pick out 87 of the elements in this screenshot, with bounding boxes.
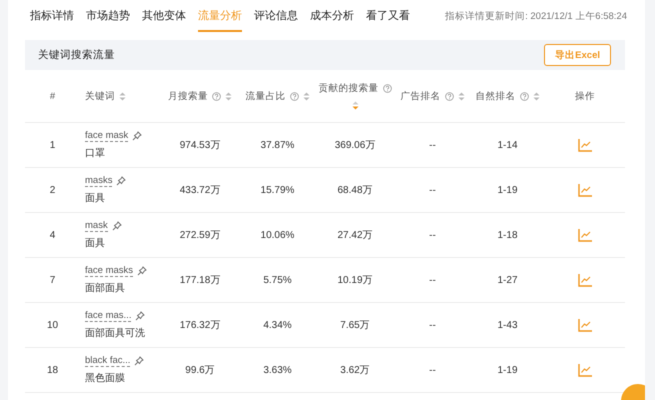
keyword-link[interactable]: masks	[85, 175, 112, 187]
keyword-translation: 口罩	[85, 147, 106, 160]
pin-icon[interactable]	[132, 131, 142, 141]
line-chart-icon[interactable]	[578, 228, 592, 242]
monthly-search-cell-text: 176.32万	[178, 319, 222, 332]
column-header[interactable]: 广告排名	[400, 90, 464, 102]
column-header[interactable]: 流量占比	[246, 90, 310, 102]
line-chart-icon[interactable]	[578, 138, 592, 152]
keyword-link[interactable]: face mask	[85, 130, 128, 142]
ad-rank-cell-text: --	[428, 274, 437, 286]
traffic-share-cell-text: 3.63%	[262, 364, 293, 376]
pin-icon[interactable]	[135, 311, 146, 321]
column-header[interactable]: 关键词	[85, 90, 126, 102]
keyword-translation: 面具	[85, 192, 106, 205]
natural-rank-cell-text: 1-19	[496, 184, 518, 196]
ad-rank-cell-text: --	[428, 364, 437, 376]
help-icon[interactable]	[212, 92, 221, 100]
contributed-search-cell-text: 68.48万	[336, 184, 374, 197]
rank-cell-text: 10	[46, 320, 60, 330]
traffic-share-cell-text: 5.75%	[262, 274, 293, 286]
traffic-share-cell-text: 15.79%	[260, 184, 296, 196]
monthly-search-cell-text: 974.53万	[178, 139, 222, 152]
keyword-translation: 面部面具可洗	[85, 326, 146, 340]
contributed-search-cell-text: 7.65万	[339, 319, 371, 332]
traffic-share-cell-text: 37.87%	[260, 140, 296, 150]
contributed-search-cell-text: 369.06万	[334, 139, 376, 152]
line-chart-icon[interactable]	[578, 363, 592, 377]
contributed-search-cell-text: 27.42万	[336, 229, 374, 242]
tab[interactable]: 成本分析	[310, 0, 354, 32]
sort-icon[interactable]	[532, 92, 540, 100]
help-icon[interactable]	[290, 92, 298, 100]
rank-cell-text: 1	[48, 140, 56, 150]
panel-title: 关键词搜索流量	[38, 48, 115, 62]
ad-rank-cell-text: --	[428, 140, 437, 150]
keyword-link[interactable]: black fac...	[85, 355, 130, 367]
natural-rank-cell-text: 1-19	[496, 364, 518, 376]
help-icon[interactable]	[520, 92, 528, 100]
monthly-search-cell-text: 433.72万	[178, 184, 222, 197]
column-header[interactable]: 自然排名	[476, 90, 540, 102]
monthly-search-cell-text: 99.6万	[184, 364, 216, 377]
column-header: 操作	[575, 90, 595, 102]
ad-rank-cell-text: --	[428, 320, 437, 330]
help-icon[interactable]	[444, 92, 454, 100]
line-chart-icon[interactable]	[578, 183, 592, 197]
rank-cell-text: 2	[48, 184, 56, 196]
keyword-translation: 面具	[85, 237, 106, 250]
rank-cell-text: 7	[48, 274, 56, 286]
traffic-share-cell-text: 4.34%	[262, 320, 293, 330]
line-chart-icon[interactable]	[578, 318, 592, 332]
tab[interactable]: 其他变体	[142, 0, 186, 32]
tab[interactable]: 看了又看	[366, 0, 410, 32]
keyword-link[interactable]: face mas...	[85, 310, 132, 322]
sort-icon[interactable]	[352, 101, 358, 110]
ad-rank-cell-text: --	[428, 184, 437, 196]
monthly-search-cell-text: 177.18万	[178, 274, 222, 287]
sort-icon[interactable]	[302, 92, 310, 100]
natural-rank-cell-text: 1-14	[496, 140, 518, 150]
sort-icon[interactable]	[119, 92, 126, 100]
contributed-search-cell-text: 3.62万	[339, 364, 371, 377]
pin-icon[interactable]	[134, 356, 144, 366]
tab[interactable]: 指标详情	[30, 0, 74, 32]
pin-icon[interactable]	[112, 221, 122, 231]
keyword-link[interactable]: mask	[85, 220, 108, 232]
tab[interactable]: 评论信息	[254, 0, 298, 32]
pin-icon[interactable]	[116, 176, 126, 186]
traffic-share-cell-text: 10.06%	[260, 230, 296, 240]
column-header[interactable]: 贡献的搜索量	[317, 82, 393, 110]
rank-cell-text: 4	[48, 230, 56, 240]
rank-cell-text: 18	[46, 364, 60, 376]
column-header[interactable]: 月搜索量	[168, 90, 232, 102]
tab[interactable]: 市场趋势	[86, 0, 130, 32]
sort-icon[interactable]	[458, 92, 464, 100]
line-chart-icon[interactable]	[578, 273, 592, 287]
ad-rank-cell-text: --	[428, 230, 437, 240]
update-time: 指标详情更新时间: 2021/12/1 上午6:58:24	[445, 10, 627, 22]
natural-rank-cell-text: 1-43	[496, 320, 518, 330]
keyword-translation: 黑色面膜	[85, 372, 126, 385]
help-icon[interactable]	[382, 84, 392, 93]
keyword-link[interactable]: face masks	[85, 265, 134, 277]
sort-icon[interactable]	[225, 92, 232, 100]
contributed-search-cell-text: 10.19万	[336, 274, 374, 287]
column-header: #	[50, 90, 56, 102]
keyword-translation: 面部面具	[85, 282, 126, 295]
pin-icon[interactable]	[137, 266, 148, 276]
natural-rank-cell-text: 1-27	[496, 274, 518, 286]
natural-rank-cell-text: 1-18	[496, 230, 518, 240]
monthly-search-cell-text: 272.59万	[178, 229, 222, 242]
